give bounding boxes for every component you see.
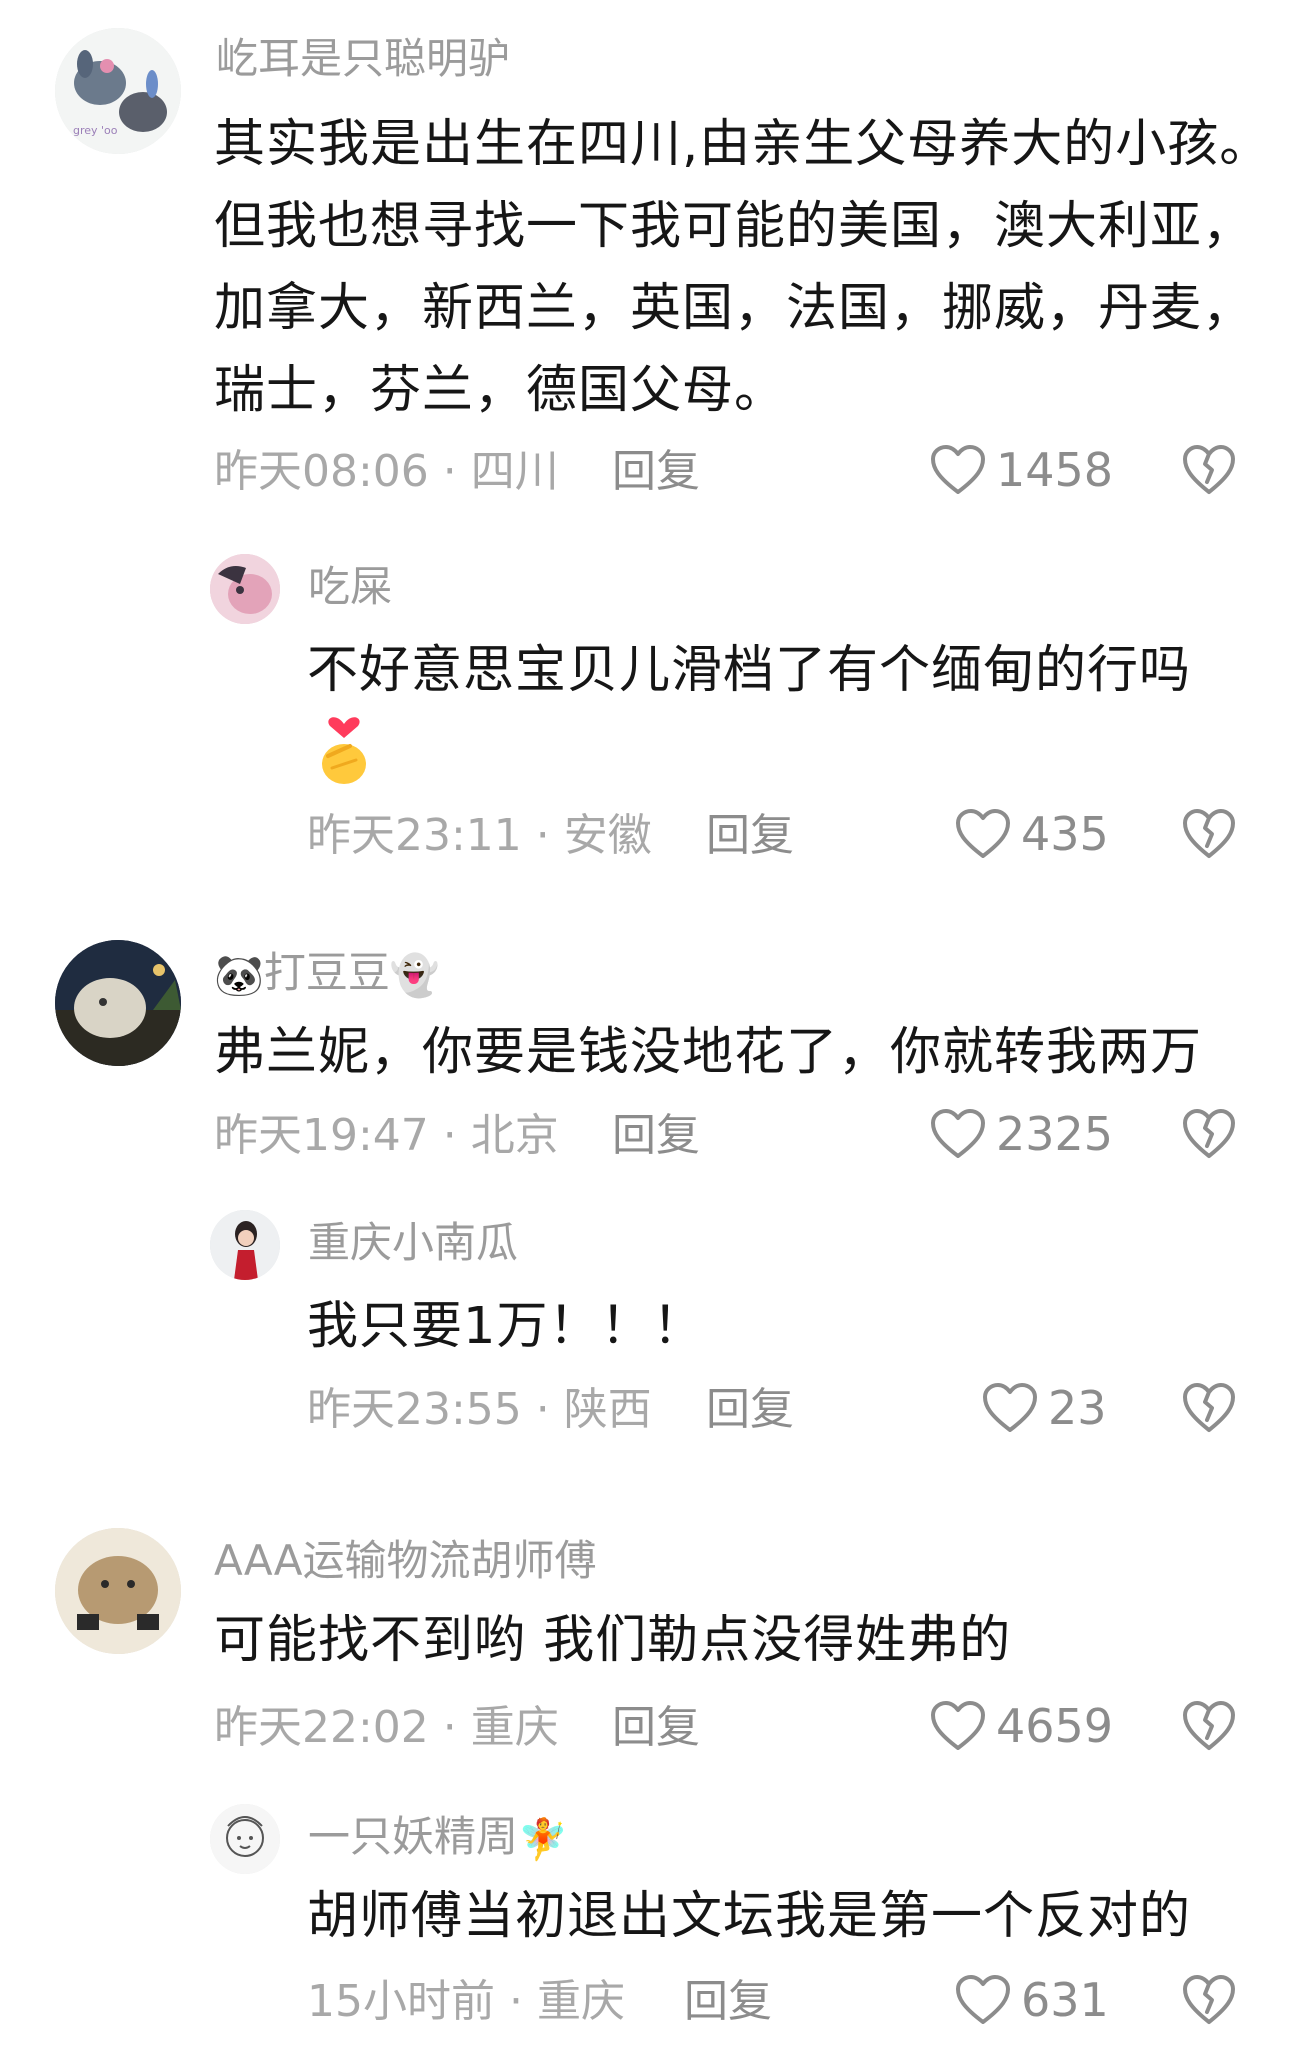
username[interactable]: 一只妖精周🧚 bbox=[308, 1816, 568, 1863]
username[interactable]: 屹耳是只聪明驴 bbox=[216, 38, 510, 80]
like-count: 435 bbox=[1021, 807, 1109, 861]
broken-heart-icon bbox=[1183, 1383, 1235, 1432]
dislike-button[interactable] bbox=[1182, 1382, 1236, 1434]
reply-time-location: 15小时前 · 重庆 bbox=[307, 1976, 625, 2027]
avatar[interactable] bbox=[210, 1804, 280, 1874]
heart-icon bbox=[983, 1383, 1037, 1432]
username[interactable]: 重庆小南瓜 bbox=[308, 1222, 518, 1264]
broken-heart-icon bbox=[1183, 445, 1235, 494]
comment-text: 其实我是出生在四川,由亲生父母养大的小孩。 但我也想寻找一下我可能的美国，澳大利… bbox=[214, 104, 1271, 432]
comment-text-line: 加拿大，新西兰，英国，法国，挪威，丹麦， bbox=[214, 279, 1255, 338]
comment-text-line: 但我也想寻找一下我可能的美国，澳大利亚， bbox=[214, 197, 1255, 256]
dislike-button[interactable] bbox=[1182, 1974, 1236, 2026]
dislike-button[interactable] bbox=[1182, 444, 1236, 496]
avatar[interactable] bbox=[210, 554, 280, 624]
broken-heart-icon bbox=[1183, 1701, 1235, 1750]
like-count: 2325 bbox=[996, 1107, 1114, 1161]
avatar[interactable]: grey 'oo bbox=[55, 28, 181, 154]
like-count: 1458 bbox=[996, 443, 1114, 497]
comment-text-line: 瑞士，芬兰，德国父母。 bbox=[214, 361, 787, 420]
dislike-button[interactable] bbox=[1182, 1108, 1236, 1160]
reply-time-location: 昨天23:11 · 安徽 bbox=[307, 810, 652, 861]
svg-text:grey 'oo: grey 'oo bbox=[73, 124, 118, 137]
like-button[interactable]: 631 bbox=[955, 1970, 1109, 2030]
like-count: 23 bbox=[1048, 1381, 1107, 1435]
avatar[interactable] bbox=[210, 1210, 280, 1280]
reply-text: 不好意思宝贝儿滑档了有个缅甸的行吗 bbox=[307, 641, 1192, 700]
avatar[interactable] bbox=[55, 940, 181, 1066]
comment-item: grey 'oo 屹耳是只聪明驴 其实我是出生在四川,由亲生父母养大的小孩。 但… bbox=[0, 0, 1310, 858]
like-button[interactable]: 23 bbox=[982, 1378, 1107, 1438]
like-count: 631 bbox=[1021, 1973, 1109, 2027]
like-count: 4659 bbox=[996, 1699, 1114, 1753]
reply-text: 我只要1万！！！ bbox=[307, 1297, 705, 1356]
comment-time-location: 昨天19:47 · 北京 bbox=[214, 1110, 559, 1161]
reply-button[interactable]: 回复 bbox=[612, 1114, 700, 1158]
comment-text: 弗兰妮，你要是钱没地花了，你就转我两万 bbox=[214, 1023, 1203, 1082]
username[interactable]: AAA运输物流胡师傅 bbox=[214, 1540, 597, 1582]
username-text: 一只妖精周 bbox=[308, 1812, 519, 1861]
broken-heart-icon bbox=[1183, 1109, 1235, 1158]
reply-button[interactable]: 回复 bbox=[612, 450, 700, 494]
heart-icon bbox=[931, 445, 985, 494]
username[interactable]: 吃屎 bbox=[308, 566, 392, 608]
heart-icon bbox=[956, 1975, 1010, 2024]
reply-button[interactable]: 回复 bbox=[612, 1706, 700, 1750]
reply-button[interactable]: 回复 bbox=[684, 1980, 772, 2024]
reply-time-location: 昨天23:55 · 陕西 bbox=[307, 1384, 652, 1435]
heart-icon bbox=[956, 809, 1010, 858]
reply-button[interactable]: 回复 bbox=[706, 1388, 794, 1432]
reply-button[interactable]: 回复 bbox=[706, 814, 794, 858]
broken-heart-icon bbox=[1183, 809, 1235, 858]
finger-heart-emoji-icon bbox=[316, 710, 372, 786]
heart-icon bbox=[931, 1109, 985, 1158]
broken-heart-icon bbox=[1183, 1975, 1235, 2024]
like-button[interactable]: 4659 bbox=[930, 1696, 1113, 1756]
comment-text-line: 其实我是出生在四川,由亲生父母养大的小孩。 bbox=[214, 115, 1272, 174]
comment-time-location: 昨天22:02 · 重庆 bbox=[214, 1702, 559, 1753]
comment-time-location: 昨天08:06 · 四川 bbox=[214, 446, 559, 497]
username[interactable]: 🐼打豆豆👻 bbox=[214, 952, 440, 999]
like-button[interactable]: 1458 bbox=[930, 440, 1113, 500]
avatar[interactable] bbox=[55, 1528, 181, 1654]
heart-icon bbox=[931, 1701, 985, 1750]
username-text: 打豆豆 bbox=[263, 948, 390, 997]
dislike-button[interactable] bbox=[1182, 808, 1236, 860]
panda-emoji-icon: 🐼 bbox=[214, 953, 264, 999]
fairy-emoji-icon: 🧚 bbox=[518, 1817, 568, 1863]
dislike-button[interactable] bbox=[1182, 1700, 1236, 1752]
like-button[interactable]: 435 bbox=[955, 804, 1109, 864]
like-button[interactable]: 2325 bbox=[930, 1104, 1113, 1164]
reply-text: 胡师傅当初退出文坛我是第一个反对的 bbox=[307, 1887, 1192, 1946]
comment-text: 可能找不到哟 我们勒点没得姓弗的 bbox=[214, 1611, 1012, 1670]
ghost-emoji-icon: 👻 bbox=[389, 953, 440, 999]
